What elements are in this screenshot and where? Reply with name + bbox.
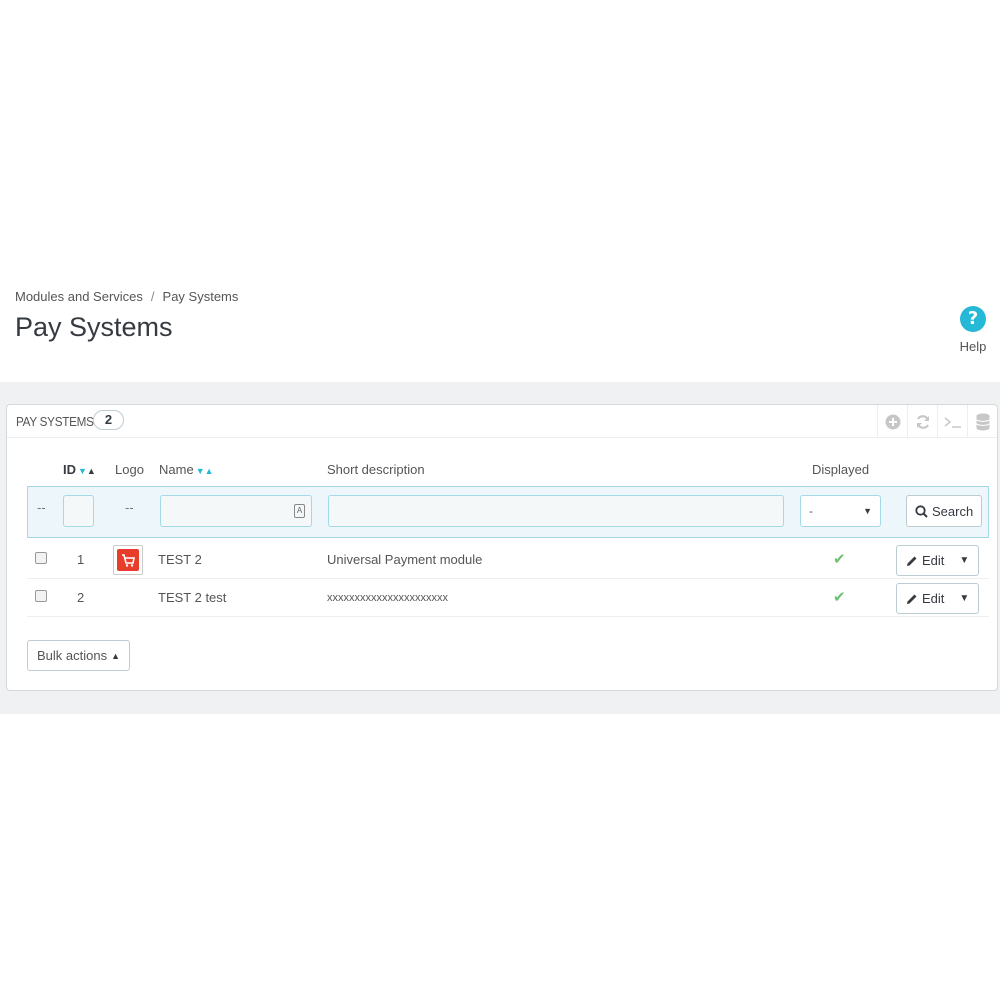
count-badge: 2 — [93, 410, 124, 430]
pay-systems-panel: Pay Systems 2 ID ▼▲ Logo — [6, 404, 998, 691]
breadcrumb: Modules and Services / Pay Systems — [15, 289, 238, 304]
page-header: Modules and Services / Pay Systems Pay Sys… — [0, 270, 1000, 382]
row-description: Universal Payment module — [327, 552, 483, 567]
row-checkbox[interactable] — [35, 590, 47, 602]
search-button-label: Search — [932, 503, 974, 519]
sort-icon[interactable]: ▼▲ — [78, 466, 96, 476]
export-database-icon[interactable] — [967, 405, 997, 438]
panel-title: Pay Systems — [16, 414, 94, 429]
edit-button[interactable]: Edit — [897, 553, 951, 568]
refresh-icon[interactable] — [907, 405, 937, 438]
chevron-down-icon: ▼ — [863, 506, 872, 516]
displayed-filter-select[interactable]: - ▼ — [800, 495, 881, 527]
pencil-icon — [907, 556, 917, 566]
row-name: TEST 2 — [158, 552, 202, 567]
pencil-icon — [907, 594, 917, 604]
row-description: xxxxxxxxxxxxxxxxxxxxxx — [327, 592, 448, 604]
column-id-label: ID — [63, 462, 76, 477]
check-icon[interactable]: ✔ — [833, 588, 846, 606]
edit-button-group: Edit ▼ — [896, 583, 979, 614]
breadcrumb-current[interactable]: Pay Systems — [163, 289, 239, 304]
help-label: Help — [959, 339, 987, 354]
sort-icon[interactable]: ▼▲ — [196, 466, 214, 476]
add-new-icon[interactable] — [877, 405, 907, 438]
column-header-id[interactable]: ID ▼▲ — [63, 462, 96, 477]
row-name: TEST 2 test — [158, 590, 227, 605]
edit-label: Edit — [922, 553, 945, 568]
logo-filter-placeholder: -- — [125, 500, 134, 515]
panel-toolbar — [877, 405, 997, 438]
description-filter-input[interactable] — [328, 495, 784, 527]
payment-logo — [113, 545, 143, 575]
shopping-cart-icon — [117, 549, 139, 571]
filter-placeholder: -- — [37, 500, 46, 515]
panel-heading: Pay Systems 2 — [7, 405, 997, 438]
column-name-label: Name — [159, 462, 194, 477]
bulk-actions-button[interactable]: Bulk actions ▲ — [27, 640, 131, 671]
lock-icon: A — [294, 504, 305, 518]
help-button[interactable]: ? Help — [953, 306, 993, 354]
sql-query-icon[interactable] — [937, 405, 967, 438]
caret-down-icon[interactable]: ▼ — [951, 593, 978, 604]
name-filter-input[interactable]: A — [160, 495, 312, 527]
id-filter-input[interactable] — [63, 495, 94, 527]
row-checkbox[interactable] — [35, 552, 47, 564]
column-header-description: Short description — [327, 462, 425, 477]
caret-up-icon: ▲ — [111, 650, 121, 661]
search-icon — [915, 504, 928, 518]
column-header-name[interactable]: Name ▼▲ — [159, 462, 214, 477]
content-area: Pay Systems 2 ID ▼▲ Logo — [0, 382, 1000, 714]
displayed-filter-value: - — [809, 504, 813, 518]
edit-label: Edit — [922, 591, 945, 606]
table-row[interactable]: 1 TEST 2 Universal Payment module ✔ Edit… — [27, 541, 989, 579]
bulk-actions-label: Bulk actions — [37, 648, 108, 663]
edit-button[interactable]: Edit — [897, 591, 951, 606]
breadcrumb-separator: / — [150, 289, 155, 304]
filter-row: -- -- A - ▼ Search — [27, 486, 989, 538]
row-id: 2 — [77, 590, 85, 605]
caret-down-icon[interactable]: ▼ — [951, 555, 978, 566]
row-id: 1 — [77, 552, 85, 567]
check-icon[interactable]: ✔ — [833, 550, 846, 568]
page-title: Pay Systems — [15, 312, 173, 342]
column-header-logo: Logo — [115, 462, 144, 477]
breadcrumb-parent[interactable]: Modules and Services — [15, 289, 143, 304]
question-circle-icon[interactable]: ? — [960, 306, 986, 332]
column-header-displayed: Displayed — [812, 462, 870, 477]
table-row[interactable]: 2 TEST 2 test xxxxxxxxxxxxxxxxxxxxxx ✔ E… — [27, 579, 989, 617]
search-button[interactable]: Search — [906, 495, 983, 527]
edit-button-group: Edit ▼ — [896, 545, 979, 576]
